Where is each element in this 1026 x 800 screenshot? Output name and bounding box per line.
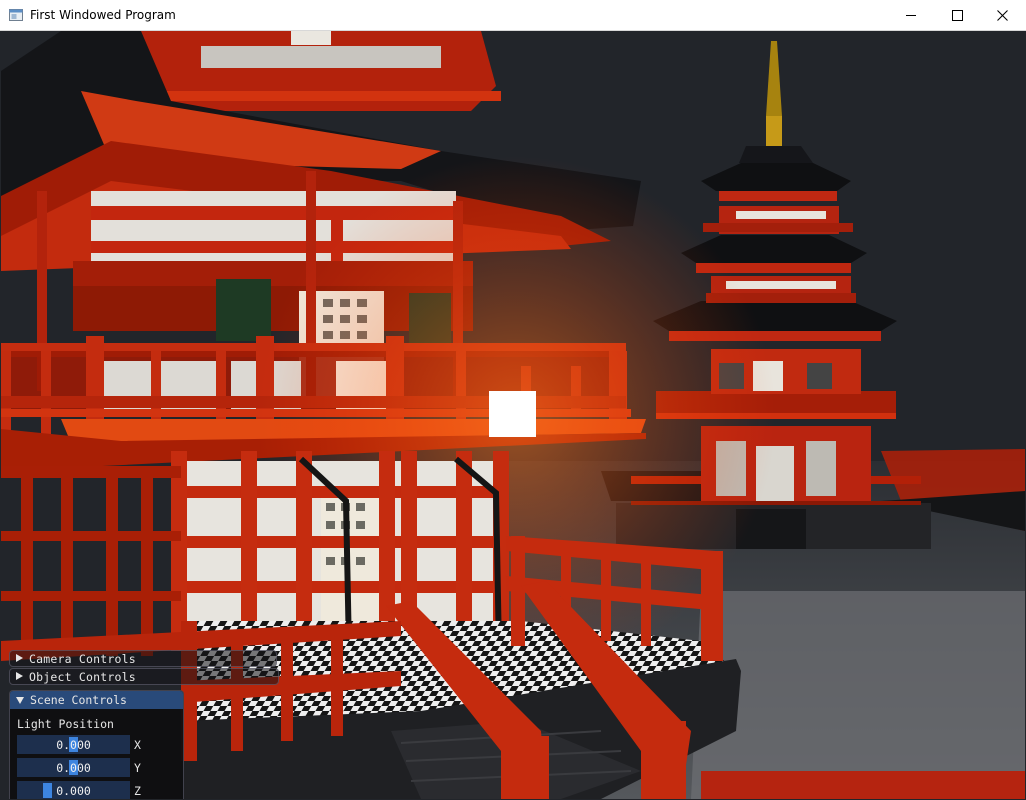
object-controls-header[interactable]: Object Controls	[9, 668, 279, 685]
minimize-button[interactable]	[888, 0, 934, 31]
slider-value: 0.000	[56, 784, 91, 798]
light-z-slider[interactable]: 0.000	[17, 781, 130, 799]
axis-label-x: X	[134, 738, 141, 752]
expand-arrow-icon	[16, 654, 23, 662]
axis-label-z: Z	[134, 784, 141, 798]
object-controls-label: Object Controls	[29, 670, 136, 684]
render-viewport[interactable]: Camera Controls Object Controls Scene Co…	[1, 31, 1025, 799]
scene-controls-label: Scene Controls	[30, 693, 127, 707]
maximize-button[interactable]	[934, 0, 980, 31]
light-y-slider[interactable]: 0.000	[17, 758, 130, 777]
window-title: First Windowed Program	[30, 8, 176, 22]
collapse-arrow-icon	[16, 697, 24, 704]
light-x-slider[interactable]: 0.000	[17, 735, 130, 754]
app-window: First Windowed Program Camera Controls O…	[0, 0, 1026, 800]
light-position-label: Light Position	[17, 717, 114, 731]
minimize-icon	[906, 15, 916, 16]
maximize-icon	[952, 10, 963, 21]
scene-controls-panel: Scene Controls Light Position 0.000 X 0.…	[9, 690, 184, 799]
close-button[interactable]	[980, 0, 1026, 31]
light-cube	[489, 391, 536, 437]
slider-value: 0.000	[56, 738, 91, 752]
app-icon	[9, 9, 23, 21]
camera-controls-header[interactable]: Camera Controls	[9, 650, 277, 667]
close-icon	[997, 10, 1008, 21]
camera-controls-label: Camera Controls	[29, 652, 136, 666]
title-bar[interactable]: First Windowed Program	[0, 0, 1026, 31]
expand-arrow-icon	[16, 672, 23, 680]
axis-label-y: Y	[134, 761, 141, 775]
slider-value: 0.000	[56, 761, 91, 775]
scene-controls-header[interactable]: Scene Controls	[10, 691, 183, 709]
